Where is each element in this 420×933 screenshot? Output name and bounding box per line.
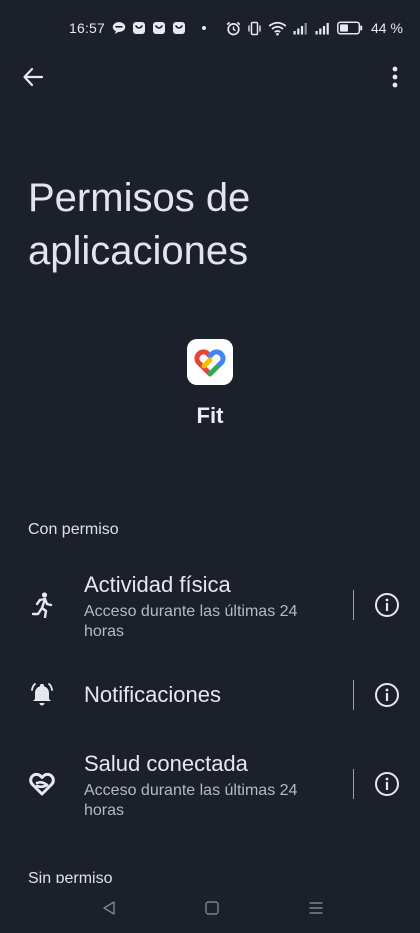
nav-back-button[interactable] [98,899,120,917]
info-button[interactable] [374,682,400,708]
alarm-icon [226,21,241,35]
permission-title: Salud conectada [84,751,248,776]
nav-home-button[interactable] [201,899,223,917]
system-icons: 44 % [226,20,403,36]
permission-subtitle: Acceso durante las últimas 24 horas [84,603,298,640]
status-time: 16:57 [69,20,106,36]
more-notifications-dot [202,26,206,30]
more-options-button[interactable] [380,62,410,92]
permission-title: Notificaciones [84,682,221,707]
health-connect-icon [28,770,56,798]
nav-menu-icon [309,902,323,914]
battery-percent: 44 % [371,20,403,36]
signal-icon [293,23,307,35]
permission-row-health-connect[interactable]: Salud conectada Acceso durante las últim… [0,749,420,827]
nav-back-icon [103,901,115,915]
nav-home-icon [205,901,219,915]
google-fit-heart-icon [194,349,226,377]
wifi-icon [268,21,287,35]
vibrate-icon [248,21,261,35]
system-navigation-bar [0,883,420,933]
info-icon [375,772,399,796]
app-permissions-screen: 16:57 44 % Permisos de aplicaciones Fit … [0,0,420,933]
chat-bubble-icon [112,22,126,34]
more-vert-icon [392,66,398,88]
shopping-bag-icon [173,22,185,34]
info-icon [375,593,399,617]
arrow-back-icon [23,67,44,87]
page-title: Permisos de aplicaciones [28,176,251,273]
app-name: Fit [196,403,224,428]
shopping-bag-icon [153,22,165,34]
row-divider [353,769,354,799]
shopping-bag-icon [133,22,145,34]
running-person-icon [28,591,56,619]
signal-icon [315,23,329,35]
notification-icons [112,21,206,35]
battery-icon [337,21,363,35]
permission-title: Actividad física [84,572,231,597]
nav-menu-button[interactable] [305,899,327,917]
section-header-allowed: Con permiso [28,521,119,538]
row-divider [353,680,354,710]
status-bar: 16:57 44 % [0,0,420,56]
row-divider [353,590,354,620]
permission-row-notifications[interactable]: Notificaciones [0,670,420,720]
info-button[interactable] [374,771,400,797]
info-icon [375,683,399,707]
info-button[interactable] [374,592,400,618]
permission-row-physical-activity[interactable]: Actividad física Acceso durante las últi… [0,570,420,648]
permission-subtitle: Acceso durante las últimas 24 horas [84,782,298,819]
back-button[interactable] [18,62,48,92]
bell-icon [28,680,56,708]
app-icon [187,339,233,385]
